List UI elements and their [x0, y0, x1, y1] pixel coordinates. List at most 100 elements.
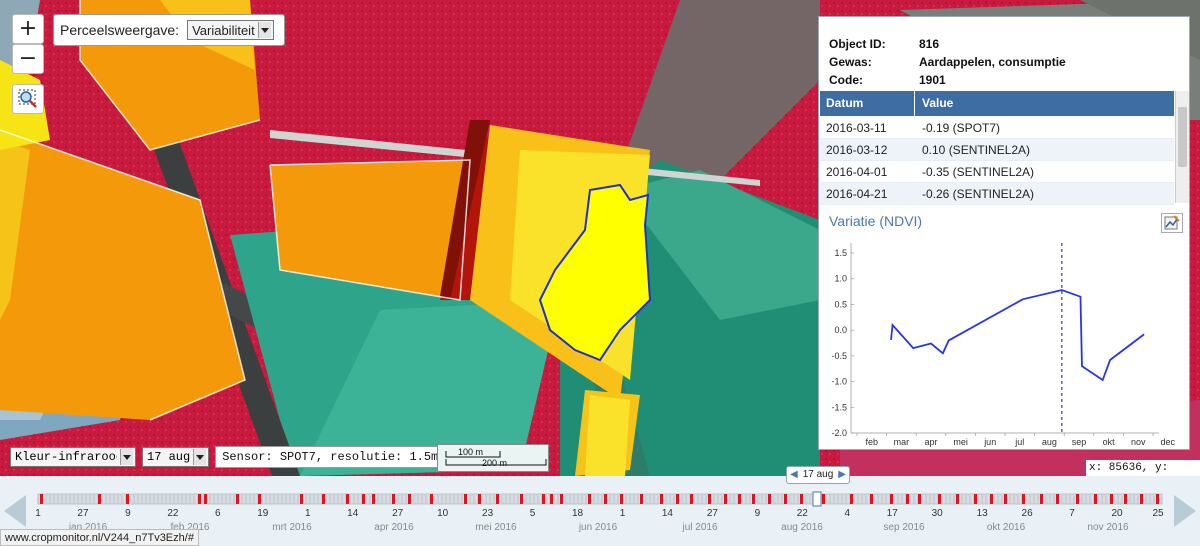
- scrollbar-thumb[interactable]: [1178, 107, 1187, 167]
- x-tick-label: aug: [1042, 437, 1057, 447]
- timeline-day-label: 30: [931, 508, 943, 519]
- cursor-coordinates: x: 85636, y: 421128: [1086, 460, 1200, 490]
- timeline-image-mark: [1004, 494, 1007, 504]
- gewas-label: Gewas:: [829, 55, 872, 69]
- row-date: 2016-04-21: [826, 187, 888, 201]
- y-tick-label: -1.5: [831, 402, 847, 412]
- timeline-image-mark: [40, 494, 43, 504]
- timeline-image-mark: [738, 494, 741, 504]
- x-tick-label: feb: [866, 437, 879, 447]
- timeline-image-mark: [258, 494, 261, 504]
- table-row[interactable]: 2016-03-11 -0.19 (SPOT7): [820, 117, 1174, 139]
- timeline-image-mark: [464, 494, 467, 504]
- y-tick-label: 0.0: [834, 325, 847, 335]
- chevron-left-icon[interactable]: ◀: [790, 467, 798, 483]
- scale-100-label: 100 m: [458, 447, 484, 457]
- timeline-image-mark: [676, 494, 679, 504]
- timeline-day-label: 20: [1111, 508, 1123, 519]
- timeline-image-mark: [560, 494, 563, 504]
- y-tick-label: -0.5: [831, 351, 847, 361]
- parcel-view-control: Perceelsweergave: Variabiliteit: [53, 14, 285, 46]
- table-row[interactable]: 2016-03-12 0.10 (SENTINEL2A): [820, 139, 1174, 161]
- zoom-box-tool-button[interactable]: [12, 84, 44, 114]
- timeline-day-label: 13: [976, 508, 988, 519]
- timeline-image-mark: [956, 494, 959, 504]
- timeline-month-label: mei 2016: [475, 522, 517, 533]
- timeline-image-mark: [906, 494, 909, 504]
- x-tick-label: apr: [924, 437, 937, 447]
- x-tick-label: nov: [1131, 437, 1146, 447]
- column-header-value[interactable]: Value: [922, 96, 953, 110]
- timeline-image-mark: [542, 494, 545, 504]
- parcel-view-label: Perceelsweergave:: [60, 22, 180, 38]
- x-tick-label: jul: [1014, 437, 1024, 447]
- timeline-day-label: 5: [529, 508, 536, 519]
- timeline-current-handle: [812, 491, 822, 507]
- code-row: Code: 1901: [829, 73, 946, 87]
- zoom-in-button[interactable]: +: [12, 14, 44, 44]
- timeline-image-mark: [478, 494, 481, 504]
- timeline-image-mark: [392, 494, 395, 504]
- timeline-next-arrow-icon[interactable]: [1174, 495, 1196, 527]
- chevron-down-icon: [193, 449, 207, 465]
- date-select[interactable]: 17 aug: [142, 447, 210, 467]
- timeline-image-mark: [1156, 494, 1159, 504]
- timeline-day-label: 22: [167, 508, 179, 519]
- layer-select[interactable]: Kleur-infrarood: [10, 447, 136, 467]
- chart-export-button[interactable]: [1161, 213, 1183, 233]
- column-header-datum[interactable]: Datum: [826, 96, 863, 110]
- timeline-image-mark: [870, 494, 873, 504]
- timeline-day-label: 1: [304, 508, 311, 519]
- object-id-value: 816: [919, 37, 940, 51]
- x-tick-label: okt: [1103, 437, 1116, 447]
- timeline-image-mark: [752, 494, 755, 504]
- timeline-day-label: 23: [482, 508, 494, 519]
- timeline-image-mark: [430, 494, 433, 504]
- table-scrollbar[interactable]: [1175, 91, 1189, 203]
- scale-bar: 100 m 200 m: [437, 444, 549, 472]
- timeline-day-label: 19: [257, 508, 269, 519]
- parcel-view-select[interactable]: Variabiliteit: [187, 20, 274, 40]
- y-tick-label: -1.0: [831, 377, 847, 387]
- timeline-month-label: sep 2016: [883, 522, 925, 533]
- timeline-image-mark: [918, 494, 921, 504]
- timeline-image-mark: [604, 494, 607, 504]
- chevron-right-icon[interactable]: ▶: [838, 467, 846, 483]
- chart-icon: [1164, 215, 1180, 230]
- magnifier-select-icon: [18, 89, 37, 108]
- object-id-label: Object ID:: [829, 37, 886, 51]
- timeline-image-mark: [1094, 494, 1097, 504]
- timeline-selected-date[interactable]: ◀ 17 aug ▶: [786, 466, 850, 484]
- timeline-image-mark: [1022, 494, 1025, 504]
- x-tick-label: sep: [1072, 437, 1087, 447]
- zoom-out-button[interactable]: −: [12, 44, 44, 74]
- timeline-day-label: 18: [571, 508, 584, 519]
- scale-200-label: 200 m: [482, 458, 508, 468]
- timeline-image-mark: [660, 494, 663, 504]
- timeline-image-mark: [850, 494, 853, 504]
- object-id-row: Object ID: 816: [829, 37, 939, 51]
- chevron-down-icon: [257, 22, 271, 38]
- table-row[interactable]: 2016-04-21 -0.26 (SENTINEL2A): [820, 183, 1174, 205]
- timeline-day-label: 17: [886, 508, 898, 519]
- ndvi-series-line: [890, 289, 1145, 382]
- timeline-month-label: okt 2016: [986, 522, 1026, 533]
- timeline-month-label: mrt 2016: [272, 522, 312, 533]
- timeline-image-mark: [550, 494, 553, 504]
- timeline-day-label: 27: [706, 508, 718, 519]
- timeline-image-mark: [1140, 494, 1143, 504]
- timeline-day-label: 22: [796, 508, 808, 519]
- timeline-month-label: jul 2016: [682, 522, 718, 533]
- timeline-prev-arrow-icon[interactable]: [4, 495, 26, 527]
- timeline-image-mark: [1124, 494, 1127, 504]
- table-header: Datum Value: [820, 91, 1174, 116]
- timeline-day-label: 1: [619, 508, 626, 519]
- timeline-month-label: aug 2016: [781, 522, 823, 533]
- timeline-day-label: 9: [125, 508, 131, 519]
- y-tick-label: 1.0: [834, 274, 847, 284]
- selected-date-label: 17 aug: [802, 469, 834, 480]
- chart-title: Variatie (NDVI): [829, 213, 923, 229]
- timeline-image-mark: [690, 494, 693, 504]
- table-row[interactable]: 2016-04-01 -0.35 (SENTINEL2A): [820, 161, 1174, 183]
- y-tick-label: -2.0: [831, 428, 847, 438]
